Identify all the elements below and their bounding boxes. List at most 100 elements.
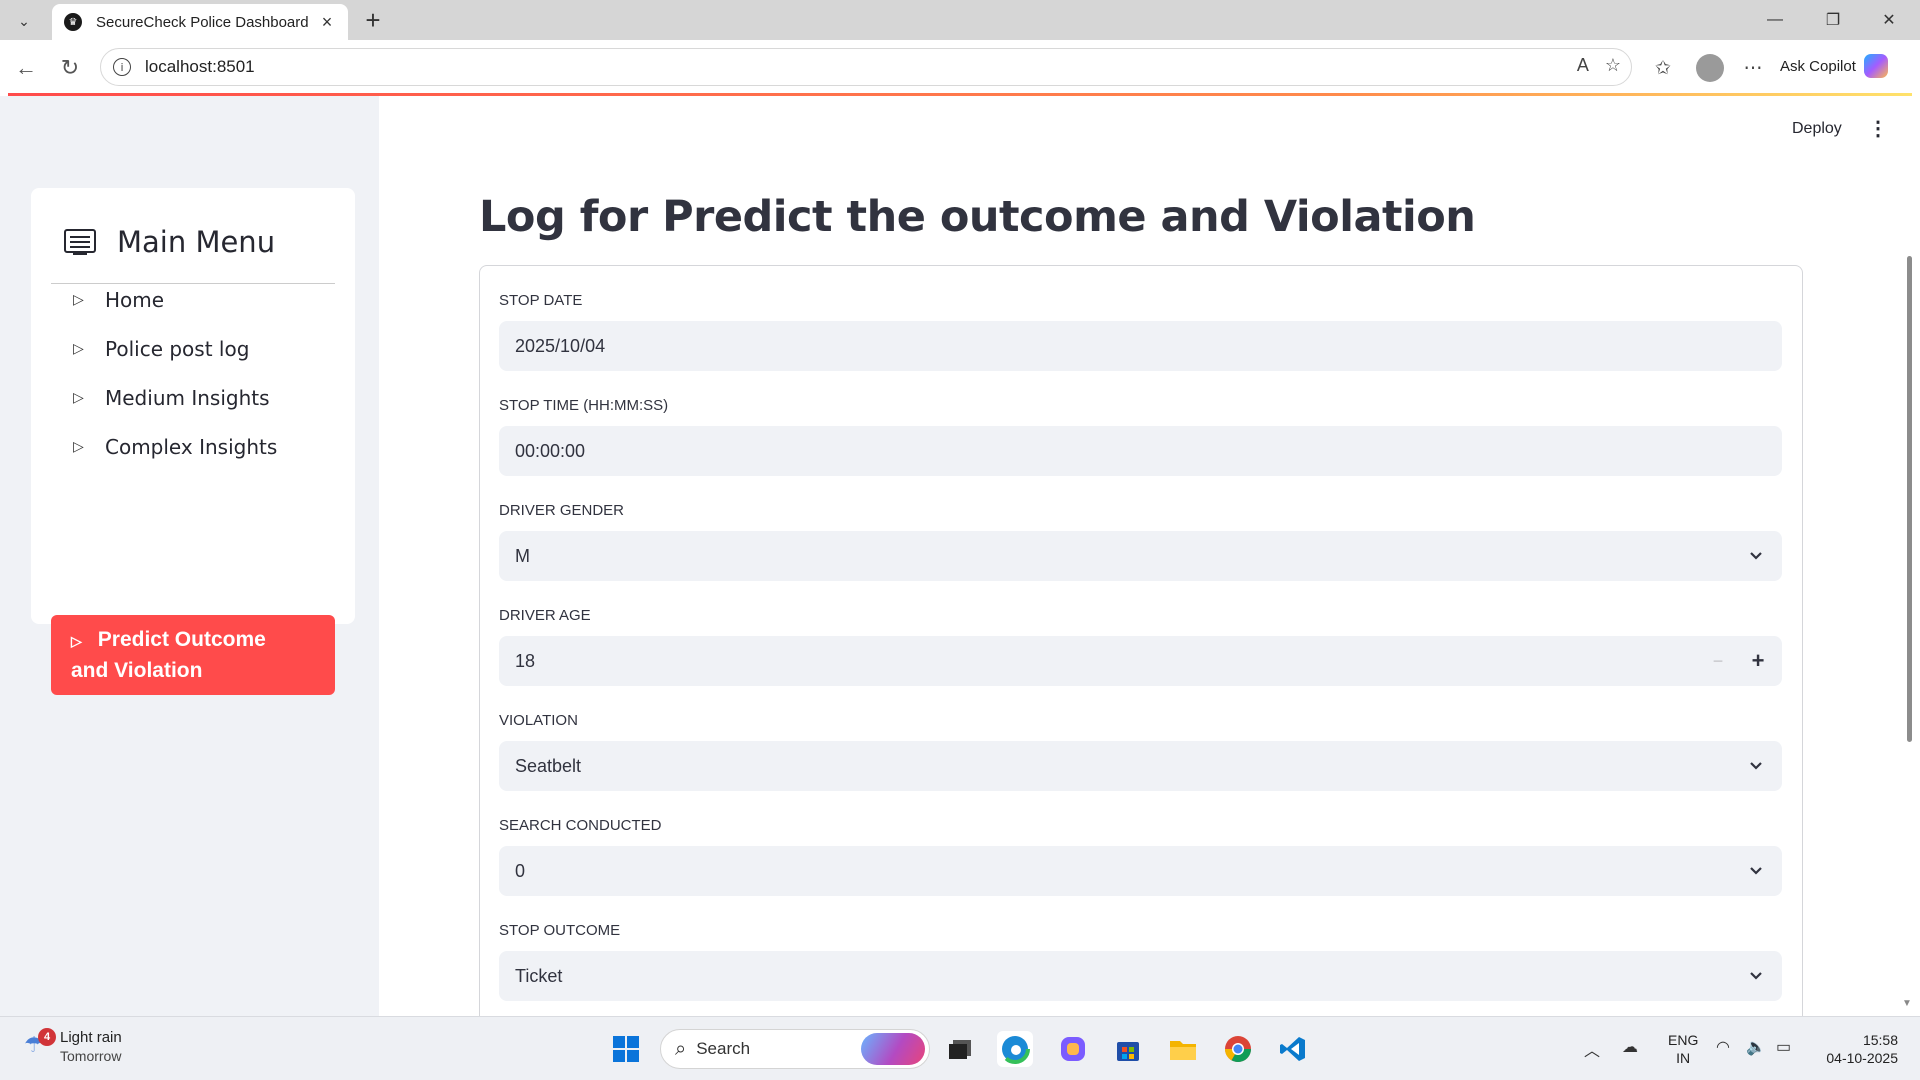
ask-copilot-label: Ask Copilot (1780, 57, 1856, 75)
stop-time-label: STOP TIME (HH:MM:SS) (499, 397, 669, 414)
stop-outcome-select[interactable]: Ticket (499, 951, 1782, 1001)
stop-time-input[interactable]: 00:00:00 (499, 426, 1782, 476)
umbrella-rain-icon: ☂ 4 (24, 1027, 56, 1062)
violation-label: VIOLATION (499, 712, 578, 729)
violation-value: Seatbelt (515, 755, 582, 776)
decrement-button[interactable]: − (1698, 651, 1738, 672)
weather-widget[interactable]: ☂ 4 Light rain Tomorrow (24, 1027, 122, 1064)
url-text: localhost:8501 (145, 57, 255, 76)
windows-taskbar: ☂ 4 Light rain Tomorrow ⌕ Search ︿ ☁ ENG (0, 1016, 1920, 1080)
tab-actions-chevron-icon[interactable]: ⌄ (10, 8, 38, 34)
sidebar-item-label-line1: Predict Outcome (97, 628, 266, 651)
search-conducted-value: 0 (515, 860, 526, 881)
prediction-form: STOP DATE 2025/10/04 STOP TIME (HH:MM:SS… (479, 265, 1803, 1025)
violation-select[interactable]: Seatbelt (499, 741, 1782, 791)
microsoft-store-icon[interactable] (1110, 1031, 1146, 1067)
chevron-down-icon (1750, 552, 1762, 560)
sidebar: Main Menu ▷ Home ▷ Police post log ▷ Med… (0, 96, 379, 1016)
profile-avatar[interactable] (1696, 54, 1724, 82)
stop-outcome-value: Ticket (515, 965, 563, 986)
stop-time-value: 00:00:00 (515, 440, 586, 461)
driver-gender-select[interactable]: M (499, 531, 1782, 581)
favorite-star-icon[interactable]: ☆ (1605, 55, 1621, 76)
chevron-down-icon (1750, 762, 1762, 770)
file-explorer-icon[interactable] (1165, 1031, 1201, 1067)
copilot-icon (1863, 54, 1888, 78)
minimize-icon[interactable]: — (1760, 6, 1790, 34)
stop-date-label: STOP DATE (499, 292, 583, 309)
sidebar-item-complex-insights[interactable]: ▷ Complex Insights (51, 423, 335, 471)
show-hidden-icons-chevron-icon[interactable]: ︿ (1584, 1037, 1600, 1061)
chrome-icon[interactable] (1220, 1031, 1256, 1067)
sidebar-item-label: Home (105, 288, 165, 312)
main-menu-kebab-icon[interactable]: ⋮ (1868, 116, 1888, 141)
page-title: Log for Predict the outcome and Violatio… (479, 192, 1476, 242)
search-conducted-select[interactable]: 0 (499, 846, 1782, 896)
system-clock[interactable]: 15:58 04-10-2025 (1814, 1031, 1898, 1067)
window-close-icon[interactable]: ✕ (1874, 6, 1904, 34)
sidebar-item-label: Complex Insights (105, 435, 278, 459)
chevron-down-icon (1750, 867, 1762, 875)
search-conducted-label: SEARCH CONDUCTED (499, 817, 662, 834)
copilot-app-icon[interactable] (1055, 1031, 1091, 1067)
option-menu-card: Main Menu ▷ Home ▷ Police post log ▷ Med… (31, 188, 355, 695)
task-view-icon[interactable] (942, 1031, 978, 1067)
stop-outcome-label: STOP OUTCOME (499, 922, 621, 939)
vscode-icon[interactable] (1275, 1031, 1311, 1067)
browser-address-bar: ← ↻ i localhost:8501 A ☆ ✩ ⋯ Ask Copilot (0, 40, 1920, 94)
play-triangle-icon: ▷ (73, 390, 84, 406)
url-field[interactable]: i localhost:8501 A ☆ (100, 48, 1632, 86)
notification-badge: 4 (38, 1027, 56, 1046)
tab-title: SecureCheck Police Dashboard (96, 13, 309, 31)
back-arrow-icon[interactable]: ← (12, 54, 40, 82)
browser-tab[interactable]: ♛ SecureCheck Police Dashboard × (52, 4, 348, 40)
language-indicator[interactable]: ENG IN (1668, 1031, 1698, 1067)
search-highlight-art (861, 1033, 925, 1065)
clock-date: 04-10-2025 (1826, 1050, 1898, 1066)
stop-date-input[interactable]: 2025/10/04 (499, 321, 1782, 371)
increment-button[interactable]: + (1738, 648, 1778, 674)
page-scrollbar[interactable] (1907, 256, 1912, 742)
streamlit-favicon-icon: ♛ (64, 13, 82, 31)
language-line1: ENG (1668, 1032, 1699, 1048)
taskbar-search-box[interactable]: ⌕ Search (660, 1029, 930, 1069)
read-aloud-icon[interactable]: A (1577, 55, 1589, 76)
driver-age-number-input[interactable]: 18 − + (499, 636, 1782, 686)
more-options-icon[interactable]: ⋯ (1740, 55, 1766, 81)
tab-close-icon[interactable]: × (318, 12, 336, 33)
chevron-down-icon (1750, 972, 1762, 980)
sidebar-item-label: Medium Insights (105, 386, 270, 410)
sidebar-item-label: ▷ Predict Outcome and Violation (71, 625, 266, 686)
wifi-icon[interactable]: ◠ (1716, 1037, 1730, 1057)
battery-icon[interactable]: ▭ (1776, 1037, 1791, 1057)
sidebar-item-medium-insights[interactable]: ▷ Medium Insights (51, 374, 335, 422)
sidebar-item-label: Police post log (105, 337, 250, 361)
play-triangle-icon: ▷ (73, 341, 84, 357)
reload-icon[interactable]: ↻ (56, 54, 84, 82)
deploy-button[interactable]: Deploy (1792, 120, 1842, 138)
driver-age-value: 18 (515, 650, 536, 671)
onedrive-error-icon[interactable]: ☁ (1622, 1037, 1638, 1057)
driver-age-label: DRIVER AGE (499, 607, 591, 624)
edge-browser-icon[interactable] (997, 1031, 1033, 1067)
volume-icon[interactable]: 🔈 (1746, 1037, 1766, 1057)
play-triangle-icon: ▷ (71, 633, 82, 649)
favorites-icon[interactable]: ✩ (1650, 55, 1676, 81)
restore-icon[interactable]: ❐ (1818, 6, 1848, 34)
new-tab-plus-icon[interactable]: + (358, 6, 388, 34)
ask-copilot-button[interactable]: Ask Copilot (1780, 54, 1888, 78)
menu-header: Main Menu (51, 208, 335, 284)
driver-gender-label: DRIVER GENDER (499, 502, 625, 519)
stop-date-value: 2025/10/04 (515, 335, 606, 356)
windows-start-icon[interactable] (608, 1031, 644, 1067)
sidebar-item-home[interactable]: ▷ Home (51, 276, 335, 324)
driver-gender-value: M (515, 545, 530, 566)
site-info-icon[interactable]: i (113, 58, 131, 76)
sidebar-item-police-post-log[interactable]: ▷ Police post log (51, 325, 335, 373)
weather-title: Light rain (60, 1029, 122, 1046)
scroll-down-arrow-icon[interactable]: ▼ (1902, 998, 1912, 1009)
sidebar-item-predict-outcome[interactable]: ▷ Predict Outcome and Violation (51, 615, 335, 695)
browser-tab-bar: ⌄ ♛ SecureCheck Police Dashboard × + — ❐… (0, 0, 1920, 40)
search-icon: ⌕ (675, 1037, 687, 1060)
menu-list-icon (64, 228, 96, 255)
